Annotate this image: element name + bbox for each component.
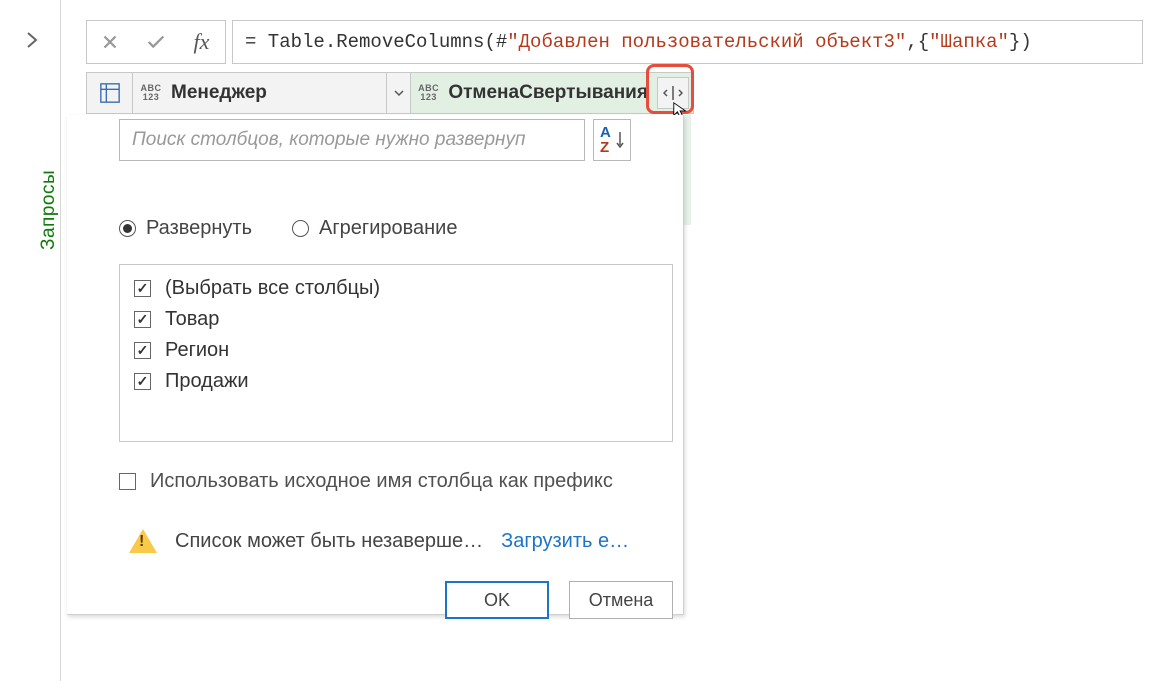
radio-aggregate[interactable]: Агрегирование: [292, 217, 457, 240]
checkbox-label: Регион: [165, 339, 229, 362]
warning-row: Список может быть незаверше… Загрузить е…: [129, 529, 631, 553]
formula-input[interactable]: = Table.RemoveColumns(#"Добавлен пользов…: [232, 20, 1143, 64]
scrollbar-track[interactable]: [684, 115, 691, 225]
checkbox-label: Использовать исходное имя столбца как пр…: [150, 470, 613, 493]
cancel-button[interactable]: Отмена: [569, 581, 673, 619]
column-checkbox-row[interactable]: Продажи: [132, 366, 660, 397]
expand-mode-radio-group: Развернуть Агрегирование: [119, 217, 631, 240]
radio-expand[interactable]: Развернуть: [119, 217, 252, 240]
main-area: fx = Table.RemoveColumns(#"Добавлен поль…: [60, 0, 1163, 681]
checkbox-icon: [134, 373, 151, 390]
radio-label: Агрегирование: [319, 217, 457, 240]
formula-buttons: fx: [86, 20, 226, 64]
expand-column-button[interactable]: [657, 77, 689, 109]
columns-checkbox-list: (Выбрать все столбцы) Товар Регион Прода…: [119, 264, 673, 442]
warning-icon: [129, 529, 157, 553]
checkbox-label: Продажи: [165, 370, 249, 393]
fx-icon[interactable]: fx: [179, 21, 225, 63]
load-more-link[interactable]: Загрузить е…: [501, 530, 629, 553]
column-checkbox-row[interactable]: Регион: [132, 335, 660, 366]
checkbox-label: Товар: [165, 308, 219, 331]
type-any-icon[interactable]: ABC123: [133, 73, 165, 113]
table-column-headers: ABC123 Менеджер ABC123 ОтменаСвертывания: [86, 72, 694, 114]
radio-icon: [292, 220, 309, 237]
checkbox-icon: [134, 342, 151, 359]
checkbox-label: (Выбрать все столбцы): [165, 277, 380, 300]
column-filter-dropdown[interactable]: [386, 73, 410, 113]
queries-pane-label: Запросы: [38, 170, 60, 250]
sort-az-button[interactable]: A Z: [593, 119, 631, 161]
queries-sidebar: Запросы: [0, 0, 60, 681]
radio-label: Развернуть: [146, 217, 252, 240]
table-corner-icon[interactable]: [86, 72, 133, 114]
checkbox-icon: [134, 311, 151, 328]
type-any-icon[interactable]: ABC123: [411, 73, 442, 113]
formula-bar: fx = Table.RemoveColumns(#"Добавлен поль…: [86, 20, 1143, 64]
column-name-label: ОтменаСвертывания: [442, 82, 654, 104]
column-name-label: Менеджер: [165, 82, 386, 104]
column-checkbox-row[interactable]: Товар: [132, 304, 660, 335]
confirm-formula-icon[interactable]: [133, 21, 179, 63]
expand-column-popup: Поиск столбцов, которые нужно развернуп …: [67, 115, 684, 615]
use-prefix-checkbox[interactable]: Использовать исходное имя столбца как пр…: [119, 470, 631, 493]
column-header[interactable]: ABC123 Менеджер: [133, 72, 411, 114]
expand-sidebar-icon[interactable]: [20, 28, 44, 52]
dialog-buttons: OK Отмена: [67, 581, 673, 619]
ok-button[interactable]: OK: [445, 581, 549, 619]
warning-text: Список может быть незаверше…: [175, 530, 483, 553]
column-header[interactable]: ABC123 ОтменаСвертывания: [411, 72, 694, 114]
search-columns-input[interactable]: Поиск столбцов, которые нужно развернуп: [119, 119, 585, 161]
checkbox-icon: [119, 473, 136, 490]
select-all-row[interactable]: (Выбрать все столбцы): [132, 273, 660, 304]
checkbox-icon: [134, 280, 151, 297]
radio-icon: [119, 220, 136, 237]
cancel-formula-icon[interactable]: [87, 21, 133, 63]
